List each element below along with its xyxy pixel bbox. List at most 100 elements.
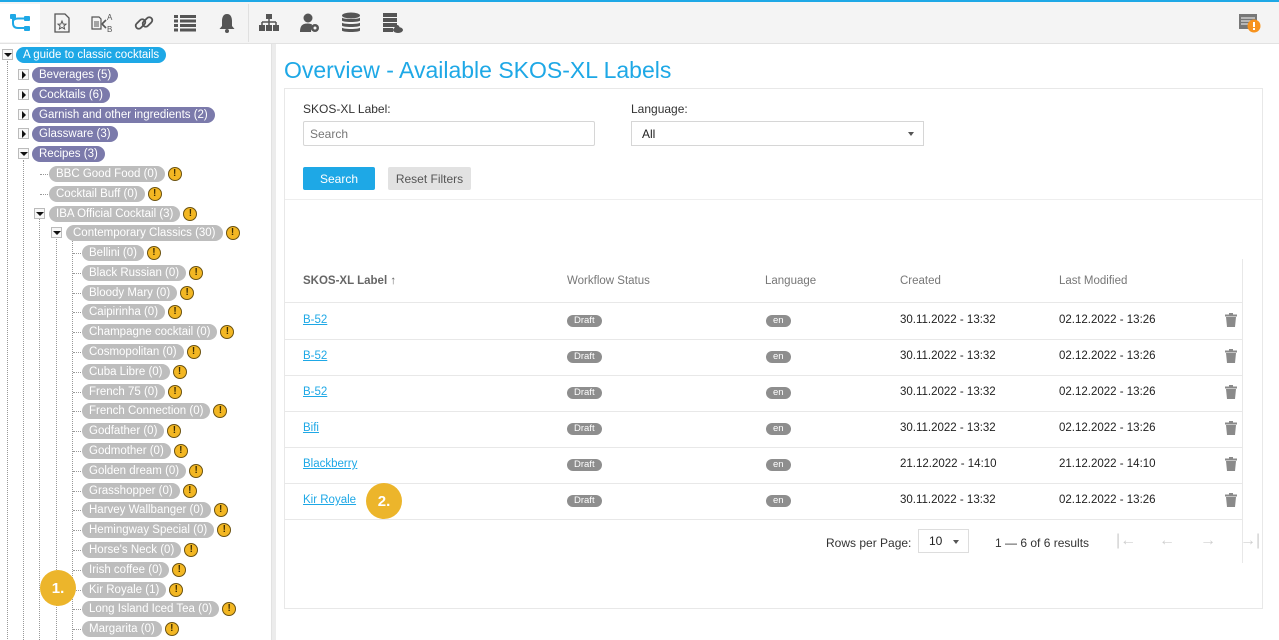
label-link[interactable]: Blackberry <box>303 458 357 470</box>
label-link[interactable]: B-52 <box>303 314 327 326</box>
warning-icon[interactable]: ! <box>168 384 183 399</box>
tree-node-label[interactable]: Kir Royale (1) <box>82 581 167 598</box>
link-icon[interactable] <box>124 4 164 42</box>
hierarchy-tree-icon[interactable] <box>0 4 40 42</box>
tree-node-label[interactable]: Cosmopolitan (0) <box>82 344 184 360</box>
warning-icon[interactable]: ! <box>222 602 237 617</box>
tree-node-label[interactable]: Horse's Neck (0) <box>82 542 182 558</box>
first-page-button[interactable]: |← <box>1116 532 1136 550</box>
warning-icon[interactable]: ! <box>168 305 183 320</box>
trash-icon[interactable] <box>1225 457 1237 471</box>
tree-node-label[interactable]: BBC Good Food (0) <box>49 166 165 182</box>
tree-node-label[interactable]: French 75 (0) <box>82 383 166 400</box>
column-header-workflow-status[interactable]: Workflow Status <box>567 275 650 287</box>
warning-icon[interactable]: ! <box>186 345 201 359</box>
bell-icon[interactable] <box>207 4 247 42</box>
tree-node-label[interactable]: Champagne cocktail (0) <box>82 324 218 341</box>
trash-icon[interactable] <box>1225 421 1237 435</box>
label-link[interactable]: B-52 <box>303 350 327 362</box>
tree-node-label[interactable]: French Connection (0) <box>82 403 211 420</box>
warning-icon[interactable]: ! <box>213 404 228 419</box>
trash-icon[interactable] <box>1225 385 1237 399</box>
warning-icon[interactable]: ! <box>213 503 228 518</box>
language-select[interactable]: All <box>631 121 924 146</box>
warning-icon[interactable]: ! <box>189 463 204 478</box>
tree-node-label[interactable]: Beverages (5) <box>32 67 119 83</box>
tree-node-label[interactable]: Cuba Libre (0) <box>82 363 170 380</box>
expand-toggle[interactable] <box>18 109 29 120</box>
expand-toggle[interactable] <box>18 69 29 80</box>
tree-node-label[interactable]: Cocktails (6) <box>32 87 110 103</box>
last-page-button[interactable]: →| <box>1240 532 1260 550</box>
tree-node-label[interactable]: Golden dream (0) <box>82 462 187 479</box>
reset-filters-button[interactable]: Reset Filters <box>388 167 471 190</box>
next-page-button[interactable]: → <box>1200 532 1216 550</box>
warning-icon[interactable]: ! <box>172 562 187 577</box>
collapse-toggle[interactable] <box>2 49 13 60</box>
warning-icon[interactable]: ! <box>189 265 204 280</box>
tree-node-label[interactable]: Godfather (0) <box>82 423 165 440</box>
search-button[interactable]: Search <box>303 167 375 190</box>
collapse-toggle[interactable] <box>34 208 45 219</box>
report-warning-icon[interactable] <box>1230 4 1270 42</box>
warning-icon[interactable]: ! <box>217 523 232 538</box>
expand-toggle[interactable] <box>18 89 29 100</box>
tree-node-label[interactable]: Black Russian (0) <box>82 264 187 281</box>
warning-icon[interactable]: ! <box>167 424 182 439</box>
tree-node-label[interactable]: Margarita (0) <box>82 621 162 638</box>
trash-icon[interactable] <box>1225 313 1237 327</box>
tree-node-label[interactable]: Garnish and other ingredients (2) <box>32 107 215 123</box>
starred-document-icon[interactable] <box>42 4 82 42</box>
label-link[interactable]: Bifi <box>303 422 319 434</box>
warning-icon[interactable]: ! <box>169 582 184 597</box>
tree-node-label[interactable]: IBA Official Cocktail (3) <box>49 206 181 222</box>
tree-node-label[interactable]: Bloody Mary (0) <box>82 284 178 301</box>
previous-page-button[interactable]: ← <box>1159 532 1175 550</box>
skosxl-label-search-input[interactable] <box>303 121 595 146</box>
warning-icon[interactable]: ! <box>167 167 182 181</box>
label-link[interactable]: B-52 <box>303 386 327 398</box>
tree-node-label[interactable]: Caipirinha (0) <box>82 304 166 321</box>
label-link[interactable]: Kir Royale <box>303 494 356 506</box>
column-header-language[interactable]: Language <box>765 275 816 287</box>
server-cloud-icon[interactable] <box>372 4 412 42</box>
tree-node-label[interactable]: Bellini (0) <box>82 245 144 261</box>
warning-icon[interactable]: ! <box>184 543 199 557</box>
trash-icon[interactable] <box>1225 349 1237 363</box>
warning-icon[interactable]: ! <box>180 285 195 300</box>
expand-toggle[interactable] <box>18 128 29 139</box>
warning-icon[interactable]: ! <box>225 226 240 240</box>
tree-node-label[interactable]: Contemporary Classics (30) <box>66 225 223 241</box>
tree-node-label[interactable]: Cocktail Buff (0) <box>49 186 145 202</box>
label-a-b-icon[interactable]: AB <box>83 4 123 42</box>
trash-icon[interactable] <box>1225 493 1237 507</box>
user-settings-icon[interactable] <box>290 4 330 42</box>
org-chart-icon[interactable] <box>249 4 289 42</box>
collapse-toggle[interactable] <box>51 227 62 238</box>
tree-node-label[interactable]: A guide to classic cocktails <box>16 47 167 63</box>
warning-icon[interactable]: ! <box>182 483 197 498</box>
tree-node-label[interactable]: Irish coffee (0) <box>82 561 170 578</box>
column-header-created[interactable]: Created <box>900 275 941 287</box>
warning-icon[interactable]: ! <box>164 622 179 637</box>
tree-node-label[interactable]: Long Island Iced Tea (0) <box>82 601 220 618</box>
tree-node-label[interactable]: Harvey Wallbanger (0) <box>82 502 211 519</box>
warning-icon[interactable]: ! <box>183 207 198 221</box>
rows-per-page-select[interactable]: 10 <box>918 529 969 553</box>
tree-node-label[interactable]: Recipes (3) <box>32 146 105 162</box>
collapse-toggle[interactable] <box>18 148 29 159</box>
list-icon[interactable] <box>165 4 205 42</box>
warning-icon[interactable]: ! <box>147 187 162 201</box>
tree-node-label[interactable]: Glassware (3) <box>32 126 118 142</box>
warning-icon[interactable]: ! <box>220 325 235 340</box>
warning-icon[interactable]: ! <box>172 364 187 379</box>
tree-node-label[interactable]: Hemingway Special (0) <box>82 522 215 539</box>
warning-icon[interactable]: ! <box>173 444 188 458</box>
row-divider <box>285 339 1242 340</box>
column-header-last-modified[interactable]: Last Modified <box>1059 275 1127 287</box>
warning-icon[interactable]: ! <box>146 246 161 260</box>
column-header-label[interactable]: SKOS-XL Label ↑ <box>303 275 396 287</box>
tree-node-label[interactable]: Godmother (0) <box>82 443 171 459</box>
tree-node-label[interactable]: Grasshopper (0) <box>82 482 180 499</box>
database-icon[interactable] <box>331 4 371 42</box>
